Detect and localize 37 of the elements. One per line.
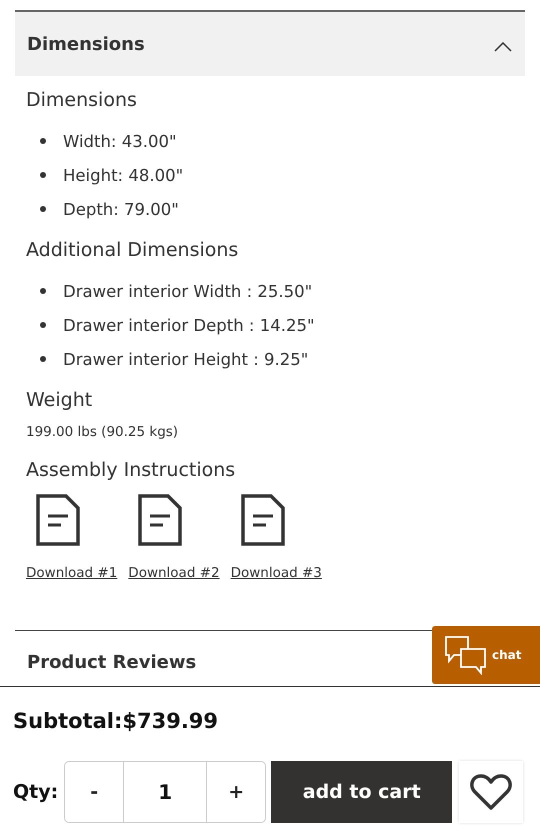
bullet-icon <box>40 322 46 328</box>
section-heading: Additional Dimensions <box>26 238 240 263</box>
document-icon[interactable] <box>36 494 80 546</box>
subtotal-text: Subtotal:$739.99 <box>13 709 220 733</box>
dimension-item: Drawer interior Width : 25.50" <box>63 282 312 300</box>
chat-button[interactable]: chat <box>432 626 540 684</box>
bullet-icon <box>40 356 46 362</box>
document-icon[interactable] <box>240 494 285 546</box>
document-icon[interactable] <box>138 494 182 546</box>
download-link[interactable]: Download #2 <box>128 565 220 581</box>
wishlist-button[interactable] <box>459 761 524 823</box>
dimension-item: Height: 48.00" <box>63 166 184 184</box>
bullet-icon <box>40 206 46 212</box>
section-heading: Assembly Instructions <box>26 458 236 483</box>
weight-value: 199.00 lbs (90.25 kgs) <box>26 424 180 440</box>
dimension-item: Drawer interior Height : 9.25" <box>63 350 308 368</box>
decrement-button[interactable]: - <box>64 761 124 823</box>
accordion-header[interactable]: Dimensions <box>15 10 525 76</box>
bullet-icon <box>40 138 46 144</box>
heart-icon <box>470 773 512 811</box>
quantity-field[interactable]: 1 <box>124 761 206 823</box>
section-heading: Weight <box>26 388 94 413</box>
dimension-item: Width: 43.00" <box>63 132 177 150</box>
section-heading: Dimensions <box>26 88 138 113</box>
bullet-icon <box>40 172 46 178</box>
chat-bubbles-icon <box>444 635 488 675</box>
reviews-heading[interactable]: Product Reviews <box>27 652 196 673</box>
bullet-icon <box>40 288 46 294</box>
chevron-icon[interactable] <box>494 42 512 52</box>
download-link[interactable]: Download #3 <box>230 565 322 581</box>
download-link[interactable]: Download #1 <box>26 565 118 581</box>
dimension-item: Depth: 79.00" <box>63 200 179 218</box>
increment-button[interactable]: + <box>206 761 266 823</box>
add-to-cart-button[interactable]: add to cart <box>271 761 452 823</box>
accordion-title: Dimensions <box>27 34 145 54</box>
dimension-item: Drawer interior Depth : 14.25" <box>63 316 315 334</box>
quantity-label: Qty: <box>13 781 58 803</box>
